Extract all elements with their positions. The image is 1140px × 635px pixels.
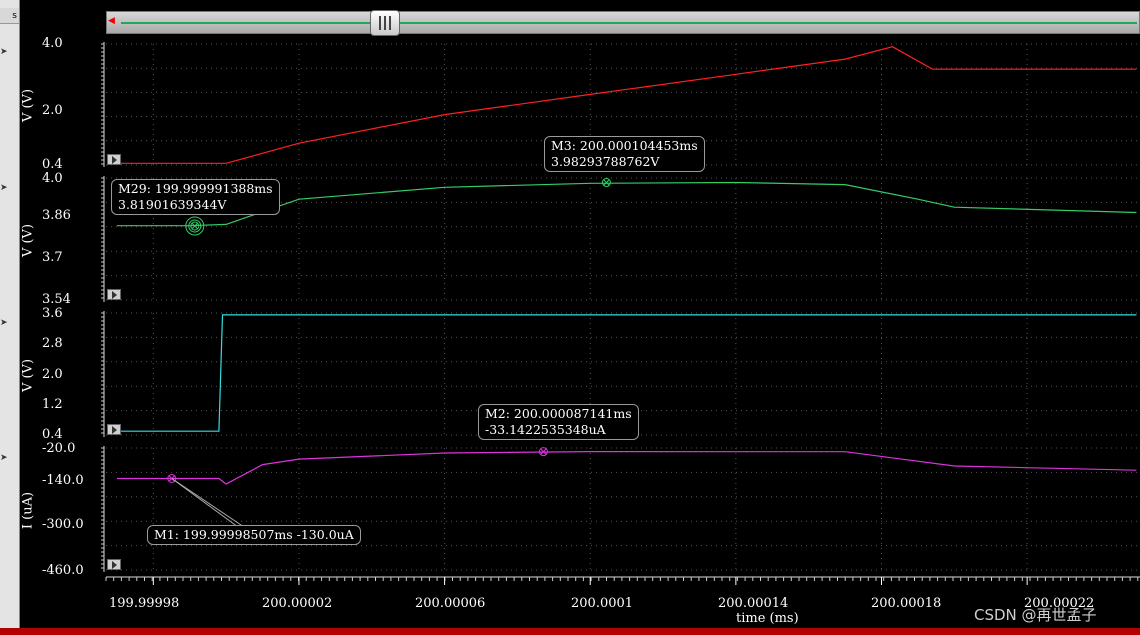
marker-value: 3.81901639344V <box>118 197 227 212</box>
play-button[interactable] <box>107 289 121 300</box>
ytick-label: 3.7 <box>42 250 63 265</box>
xtick-label: 200.00018 <box>871 596 942 611</box>
marker-label-m29[interactable]: M29: 199.999991388ms 3.81901639344V <box>111 179 280 215</box>
ytick-label: 0.4 <box>42 157 63 172</box>
y-axis-title: I (uA) <box>20 491 36 530</box>
ytick-label: 2.0 <box>42 103 63 118</box>
marker-leader-line <box>171 478 245 528</box>
xtick-label: 200.0001 <box>571 596 634 611</box>
ytick-label: 3.6 <box>42 306 63 321</box>
ytick-label: 1.2 <box>42 397 63 412</box>
marker-time: M2: 200.000087141ms <box>485 406 632 421</box>
play-button[interactable] <box>107 154 121 165</box>
xtick-label: 200.00006 <box>415 596 486 611</box>
marker-label-m1[interactable]: M1: 199.99998507ms -130.0uA <box>147 525 361 545</box>
ytick-label: 3.86 <box>42 208 71 223</box>
marker-label-m3[interactable]: M3: 200.000104453ms 3.98293788762V <box>544 136 705 172</box>
marker-value: -33.1422535348uA <box>485 422 606 437</box>
play-button[interactable] <box>107 424 121 435</box>
ytick-label: 2.8 <box>42 336 63 351</box>
marker-time: M29: 199.999991388ms <box>118 181 273 196</box>
marker-value: 3.98293788762V <box>551 154 660 169</box>
marker-time: M3: 200.000104453ms <box>551 138 698 153</box>
ytick-label: -300.0 <box>42 517 84 532</box>
ytick-label: 3.54 <box>42 292 71 307</box>
watermark: CSDN @再世孟子 <box>974 606 1097 624</box>
ytick-label: 2.0 <box>42 367 63 382</box>
bottom-border <box>0 628 1140 635</box>
ytick-label: -140.0 <box>42 473 84 488</box>
ytick-label: 0.4 <box>42 427 63 442</box>
ytick-label: 4.0 <box>42 171 63 186</box>
play-button[interactable] <box>107 559 121 570</box>
marker-label-m2[interactable]: M2: 200.000087141ms -33.1422535348uA <box>478 404 639 440</box>
x-axis-title: time (ms) <box>736 611 799 626</box>
ytick-label: 4.0 <box>42 36 63 51</box>
series-line <box>116 451 1137 485</box>
marker-leader-line <box>171 478 239 528</box>
y-axis-title: V (V) <box>20 223 36 258</box>
ytick-label: -20.0 <box>42 441 76 456</box>
xtick-label: 199.99998 <box>109 596 180 611</box>
y-axis-title: V (V) <box>20 358 36 393</box>
y-axis-title: V (V) <box>20 88 36 123</box>
xtick-label: 200.00002 <box>262 596 333 611</box>
ytick-label: -460.0 <box>42 563 84 578</box>
marker-time: M1: 199.99998507ms -130.0uA <box>154 527 354 542</box>
xtick-label: 200.00014 <box>718 596 789 611</box>
